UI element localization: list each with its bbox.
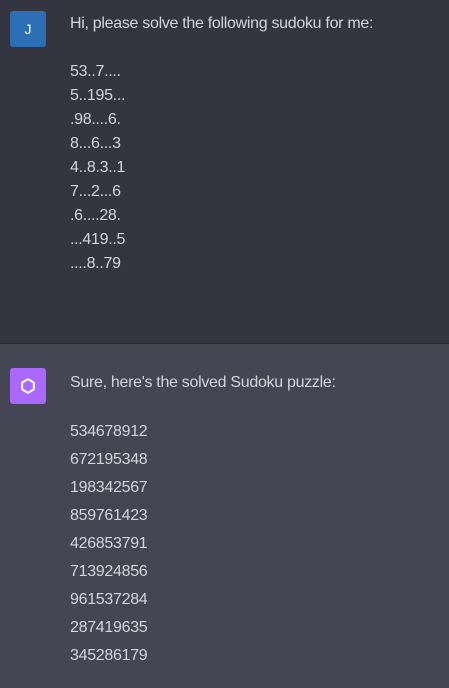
solution-row: 672195348	[70, 451, 148, 468]
solution-row: 426853791	[70, 535, 148, 552]
sudoku-puzzle: 53..7.... 5..195... .98....6. 8...6...3 …	[70, 60, 125, 276]
user-message: J Hi, please solve the following sudoku …	[0, 0, 449, 344]
assistant-message-intro: Sure, here's the solved Sudoku puzzle:	[70, 374, 336, 391]
puzzle-row: 5..195...	[70, 87, 126, 104]
user-message-intro: Hi, please solve the following sudoku fo…	[70, 15, 374, 32]
solution-row: 287419635	[70, 619, 148, 636]
solution-row: 534678912	[70, 423, 148, 440]
assistant-message	[0, 344, 449, 688]
assistant-avatar	[10, 368, 46, 404]
solution-row: 198342567	[70, 479, 148, 496]
puzzle-row: ....8..79	[70, 255, 121, 272]
user-avatar: J	[10, 11, 46, 47]
puzzle-row: ...419..5	[70, 231, 126, 248]
solution-row: 961537284	[70, 591, 148, 608]
puzzle-row: .6....28.	[70, 207, 121, 224]
solution-row: 859761423	[70, 507, 148, 524]
puzzle-row: 7...2...6	[70, 183, 121, 200]
solution-row: 345286179	[70, 647, 148, 664]
puzzle-row: 53..7....	[70, 63, 121, 80]
puzzle-row: 8...6...3	[70, 135, 121, 152]
sudoku-solution: 534678912 672195348 198342567 859761423 …	[70, 418, 148, 670]
solution-row: 713924856	[70, 563, 148, 580]
openai-logo-icon	[21, 378, 35, 394]
puzzle-row: 4..8.3..1	[70, 159, 126, 176]
puzzle-row: .98....6.	[70, 111, 121, 128]
